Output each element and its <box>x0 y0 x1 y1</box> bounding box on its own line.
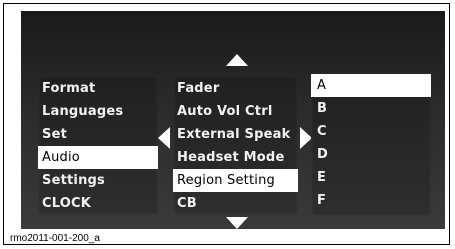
figure-frame: Format Languages Set Audio Settings CLOC… <box>3 3 450 245</box>
option-item-a[interactable]: A <box>311 74 431 97</box>
arrow-down-icon[interactable] <box>226 217 248 229</box>
submenu-item-fader[interactable]: Fader <box>173 77 298 100</box>
submenu-item-auto-vol-ctrl[interactable]: Auto Vol Ctrl <box>173 100 298 123</box>
menu-item-settings[interactable]: Settings <box>38 169 158 192</box>
option-item-c[interactable]: C <box>311 120 431 143</box>
arrow-up-icon[interactable] <box>226 54 248 66</box>
display-screen: Format Languages Set Audio Settings CLOC… <box>21 11 445 229</box>
main-menu-panel: Format Languages Set Audio Settings CLOC… <box>38 75 158 215</box>
audio-submenu-panel: Fader Auto Vol Ctrl External Speak Heads… <box>173 75 298 215</box>
menu-item-languages[interactable]: Languages <box>38 100 158 123</box>
menu-item-set[interactable]: Set <box>38 123 158 146</box>
submenu-item-external-speak[interactable]: External Speak <box>173 123 298 146</box>
submenu-item-cb[interactable]: CB <box>173 192 298 215</box>
menu-item-clock[interactable]: CLOCK <box>38 192 158 215</box>
option-item-b[interactable]: B <box>311 97 431 120</box>
submenu-item-region-setting[interactable]: Region Setting <box>173 169 298 192</box>
menu-item-format[interactable]: Format <box>38 77 158 100</box>
option-item-d[interactable]: D <box>311 143 431 166</box>
arrow-left-icon[interactable] <box>158 127 170 149</box>
option-item-f[interactable]: F <box>311 189 431 212</box>
option-item-e[interactable]: E <box>311 166 431 189</box>
menu-item-audio[interactable]: Audio <box>38 146 158 169</box>
region-options-panel: A B C D E F <box>311 73 431 216</box>
figure-caption: rmo2011-001-200_a <box>10 233 100 244</box>
submenu-item-headset-mode[interactable]: Headset Mode <box>173 146 298 169</box>
